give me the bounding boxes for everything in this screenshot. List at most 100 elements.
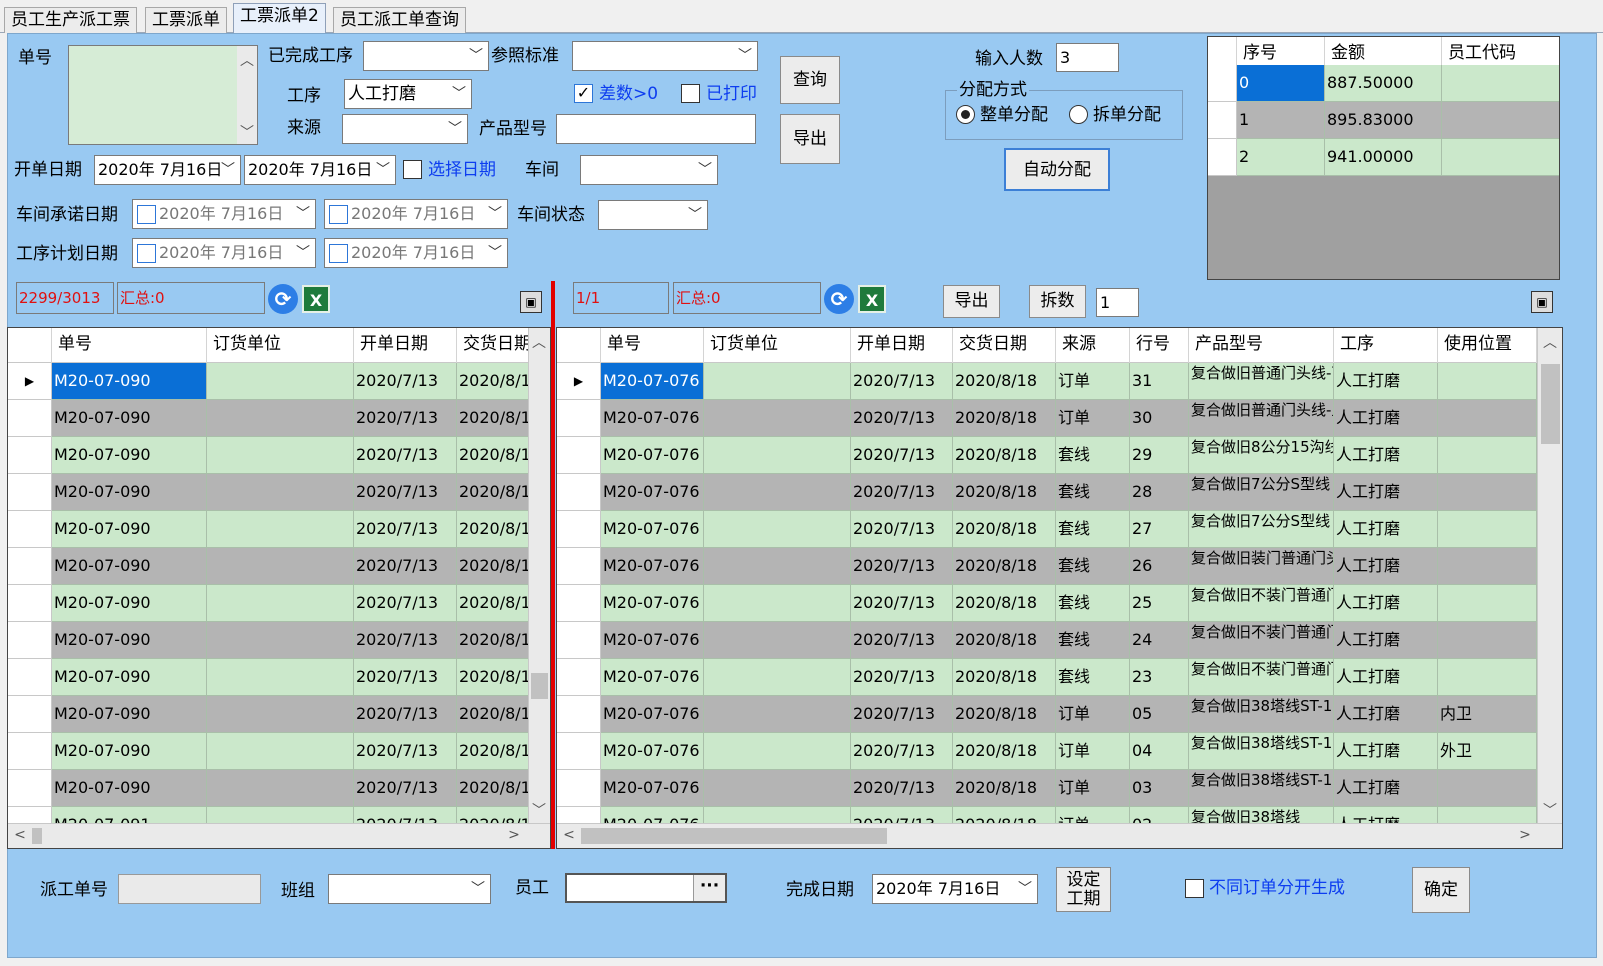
- row-header[interactable]: [557, 659, 601, 696]
- table-cell[interactable]: 2020/7/13: [354, 363, 457, 400]
- table-cell[interactable]: 2020/7/13: [851, 622, 953, 659]
- table-cell[interactable]: 套线: [1056, 622, 1130, 659]
- table-cell[interactable]: M20-07-076: [601, 363, 704, 400]
- table-cell[interactable]: [207, 474, 354, 511]
- row-header[interactable]: [557, 622, 601, 659]
- table-cell[interactable]: 2020/8/18: [457, 696, 538, 733]
- table-cell[interactable]: [1438, 400, 1537, 437]
- table-cell[interactable]: 2020/7/13: [851, 511, 953, 548]
- table-cell[interactable]: 24: [1130, 622, 1189, 659]
- order-date-to[interactable]: 2020年 7月16日 ﹀: [244, 155, 396, 185]
- table-cell[interactable]: 2020/7/13: [354, 585, 457, 622]
- table-cell[interactable]: M20-07-090: [52, 474, 207, 511]
- completed-step-select[interactable]: ﹀: [363, 41, 489, 71]
- select-date-checkbox[interactable]: [403, 160, 422, 179]
- pin-panel-icon[interactable]: ▣: [520, 291, 542, 313]
- table-cell[interactable]: 套线: [1056, 474, 1130, 511]
- row-header[interactable]: [8, 659, 52, 696]
- table-cell[interactable]: 人工打磨: [1334, 659, 1438, 696]
- tab-ticket-dispatch-2[interactable]: 工票派单2: [233, 3, 326, 34]
- table-cell[interactable]: 2020/8/18: [953, 770, 1056, 807]
- table-cell[interactable]: 订单: [1056, 770, 1130, 807]
- row-header[interactable]: [557, 770, 601, 807]
- auto-allocate-button[interactable]: 自动分配: [1004, 148, 1110, 191]
- allocation-row[interactable]: 0 887.50000: [1208, 65, 1559, 102]
- scroll-right-icon[interactable]: >: [504, 827, 524, 843]
- row-header[interactable]: [557, 733, 601, 770]
- table-cell[interactable]: 26: [1130, 548, 1189, 585]
- table-cell[interactable]: 2020/7/13: [851, 696, 953, 733]
- table-cell[interactable]: 2020/7/13: [354, 622, 457, 659]
- table-row[interactable]: M20-07-076 2020/7/13 2020/8/18 套线 27 复合做旧7公分S…: [557, 511, 1537, 548]
- table-cell[interactable]: M20-07-090: [52, 437, 207, 474]
- row-header[interactable]: [557, 548, 601, 585]
- table-row[interactable]: M20-07-076 2020/7/13 2020/8/18 订单 04 复合做旧38塔线…: [557, 733, 1537, 770]
- table-cell[interactable]: 2020/7/13: [354, 400, 457, 437]
- table-cell[interactable]: 2020/8/18: [457, 548, 538, 585]
- col-header-order-date[interactable]: 开单日期: [354, 328, 457, 363]
- promise-date-from[interactable]: 2020年 7月16日 ﹀: [132, 199, 316, 229]
- tab-employee-ticket[interactable]: 员工生产派工票: [4, 7, 137, 33]
- table-cell[interactable]: M20-07-090: [52, 659, 207, 696]
- row-header[interactable]: [557, 585, 601, 622]
- table-cell[interactable]: M20-07-090: [52, 696, 207, 733]
- row-header[interactable]: [557, 474, 601, 511]
- col-header-process[interactable]: 工序: [1334, 328, 1438, 363]
- table-cell[interactable]: [207, 548, 354, 585]
- table-cell[interactable]: [704, 474, 851, 511]
- row-header[interactable]: [557, 511, 601, 548]
- team-select[interactable]: ﹀: [328, 874, 491, 904]
- table-row[interactable]: M20-07-076 2020/7/13 2020/8/18 套线 29 复合做旧8公分1…: [557, 437, 1537, 474]
- order-date-from[interactable]: 2020年 7月16日 ﹀: [94, 155, 241, 185]
- table-cell[interactable]: [1438, 622, 1537, 659]
- table-cell[interactable]: [704, 400, 851, 437]
- row-header[interactable]: [8, 511, 52, 548]
- table-row[interactable]: M20-07-090 2020/7/13 2020/8/18: [8, 548, 538, 585]
- table-cell[interactable]: M20-07-076: [601, 659, 704, 696]
- table-cell[interactable]: M20-07-090: [52, 511, 207, 548]
- table-cell[interactable]: 2020/7/13: [354, 770, 457, 807]
- table-cell[interactable]: 2020/8/18: [457, 622, 538, 659]
- row-header[interactable]: [8, 622, 52, 659]
- table-cell[interactable]: 2020/8/18: [953, 585, 1056, 622]
- split-count-input[interactable]: 1: [1096, 288, 1139, 317]
- table-cell[interactable]: 2020/8/18: [953, 437, 1056, 474]
- row-header[interactable]: [8, 474, 52, 511]
- table-row[interactable]: M20-07-090 2020/7/13 2020/8/18: [8, 474, 538, 511]
- table-cell[interactable]: 复合做旧不装门普通门头: [1189, 622, 1334, 659]
- table-cell[interactable]: M20-07-076: [601, 733, 704, 770]
- allocation-row[interactable]: 1 895.83000: [1208, 102, 1559, 139]
- table-cell[interactable]: 2020/7/13: [851, 474, 953, 511]
- table-cell[interactable]: [207, 585, 354, 622]
- table-cell[interactable]: 2020/7/13: [851, 400, 953, 437]
- table-cell[interactable]: M20-07-090: [52, 622, 207, 659]
- table-cell[interactable]: 人工打磨: [1334, 696, 1438, 733]
- printed-checkbox[interactable]: [681, 84, 700, 103]
- table-cell[interactable]: 复合做旧普通门头线-上单花: [1189, 400, 1334, 437]
- completion-date-picker[interactable]: 2020年 7月16日 ﹀: [872, 874, 1038, 904]
- right-export-button[interactable]: 导出: [943, 285, 1000, 318]
- row-header[interactable]: [8, 548, 52, 585]
- table-cell[interactable]: 人工打磨: [1334, 770, 1438, 807]
- table-cell[interactable]: 05: [1130, 696, 1189, 733]
- scroll-thumb[interactable]: [581, 828, 887, 844]
- table-row[interactable]: M20-07-090 2020/7/13 2020/8/18: [8, 659, 538, 696]
- amount-cell[interactable]: 887.50000: [1325, 65, 1442, 102]
- table-cell[interactable]: M20-07-076: [601, 437, 704, 474]
- table-cell[interactable]: [704, 770, 851, 807]
- table-cell[interactable]: 内卫: [1438, 696, 1537, 733]
- allocation-row[interactable]: 2 941.00000: [1208, 139, 1559, 176]
- scroll-up-icon[interactable]: ︿: [237, 50, 257, 70]
- table-cell[interactable]: 2020/7/13: [354, 474, 457, 511]
- table-cell[interactable]: 人工打磨: [1334, 474, 1438, 511]
- table-cell[interactable]: 人工打磨: [1334, 548, 1438, 585]
- table-cell[interactable]: 复合做旧不装门普通门头: [1189, 659, 1334, 696]
- table-row[interactable]: M20-07-076 2020/7/13 2020/8/18 套线 25 复合做旧不装门普…: [557, 585, 1537, 622]
- table-cell[interactable]: [207, 770, 354, 807]
- col-header-line-no[interactable]: 行号: [1130, 328, 1189, 363]
- table-cell[interactable]: 2020/8/18: [953, 622, 1056, 659]
- row-header[interactable]: [8, 770, 52, 807]
- table-cell[interactable]: 2020/8/18: [457, 400, 538, 437]
- ellipsis-button[interactable]: ···: [693, 875, 725, 901]
- table-cell[interactable]: [1438, 548, 1537, 585]
